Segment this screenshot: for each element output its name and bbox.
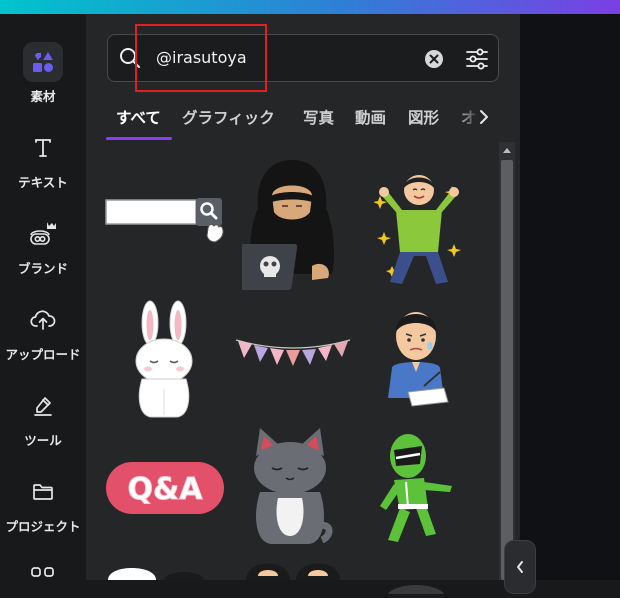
results-scrollbar[interactable] xyxy=(499,142,515,580)
result-gray-cat[interactable] xyxy=(246,426,334,552)
sidebar-item-projects[interactable]: プロジェクト xyxy=(0,472,86,542)
elements-shapes-icon xyxy=(23,42,63,82)
sidebar-item-label: テキスト xyxy=(18,175,68,190)
side-navigation: 素材 テキスト ブランド アップロード ツール プロジェクト xyxy=(0,14,86,580)
chevron-left-icon xyxy=(517,561,523,573)
tab-photos[interactable]: 写真 xyxy=(303,106,334,128)
result-hooded-hacker[interactable] xyxy=(227,156,342,298)
result-partial-white-circle[interactable] xyxy=(104,560,164,584)
scrollbar-thumb[interactable] xyxy=(501,160,513,580)
result-partial-object[interactable] xyxy=(386,578,446,598)
search-input[interactable] xyxy=(156,43,416,71)
sidebar-item-brand[interactable]: ブランド xyxy=(0,214,86,284)
elements-panel: すべて グラフィック 写真 動画 図形 オ xyxy=(86,14,520,594)
tab-shapes[interactable]: 図形 xyxy=(408,106,439,128)
sidebar-item-label: プロジェクト xyxy=(5,519,81,534)
search-icon xyxy=(118,46,142,74)
tab-graphics[interactable]: グラフィック xyxy=(182,106,275,128)
sidebar-item-label: 素材 xyxy=(30,89,56,104)
result-worried-man-writing[interactable] xyxy=(384,302,450,416)
sidebar-item-text[interactable]: テキスト xyxy=(0,128,86,198)
collapse-panel-button[interactable] xyxy=(504,540,536,594)
tabs-fade xyxy=(456,100,496,134)
text-t-icon xyxy=(23,128,63,168)
sidebar-item-tools[interactable]: ツール xyxy=(0,386,86,456)
tab-all[interactable]: すべて xyxy=(116,106,161,128)
category-tabs: すべて グラフィック 写真 動画 図形 オ xyxy=(106,100,496,140)
brand-crown-icon xyxy=(23,214,63,254)
sidebar-item-label: アップロード xyxy=(5,347,81,362)
result-white-rabbit[interactable] xyxy=(124,299,204,425)
search-bar[interactable] xyxy=(107,34,499,82)
folder-icon xyxy=(23,472,63,512)
clear-search-icon[interactable] xyxy=(424,49,444,73)
result-bunting-flags[interactable] xyxy=(234,332,352,384)
result-qa-badge[interactable]: Q&A xyxy=(104,460,226,522)
result-partial-person[interactable] xyxy=(160,566,210,585)
result-search-bar-illustration[interactable] xyxy=(104,192,226,260)
qa-text: Q&A xyxy=(128,472,204,507)
sidebar-item-label: ブランド xyxy=(17,261,68,276)
scroll-up-arrow-icon[interactable] xyxy=(499,142,515,158)
sidebar-item-label: ツール xyxy=(24,433,62,448)
active-tab-indicator xyxy=(106,137,172,140)
tabs-scroll-right-icon[interactable] xyxy=(478,109,490,129)
result-green-ranger-hero[interactable] xyxy=(378,428,456,550)
top-gradient-bar xyxy=(0,0,620,14)
sidebar-item-elements[interactable]: 素材 xyxy=(0,42,86,112)
apps-grid-icon[interactable] xyxy=(30,564,56,584)
tab-videos[interactable]: 動画 xyxy=(355,106,386,128)
canvas-area xyxy=(520,14,620,580)
pen-tool-icon xyxy=(23,386,63,426)
cloud-upload-icon xyxy=(23,300,63,340)
filter-sliders-icon[interactable] xyxy=(464,46,490,76)
result-happy-man-green-sweater[interactable] xyxy=(373,166,464,296)
sidebar-item-uploads[interactable]: アップロード xyxy=(0,300,86,370)
